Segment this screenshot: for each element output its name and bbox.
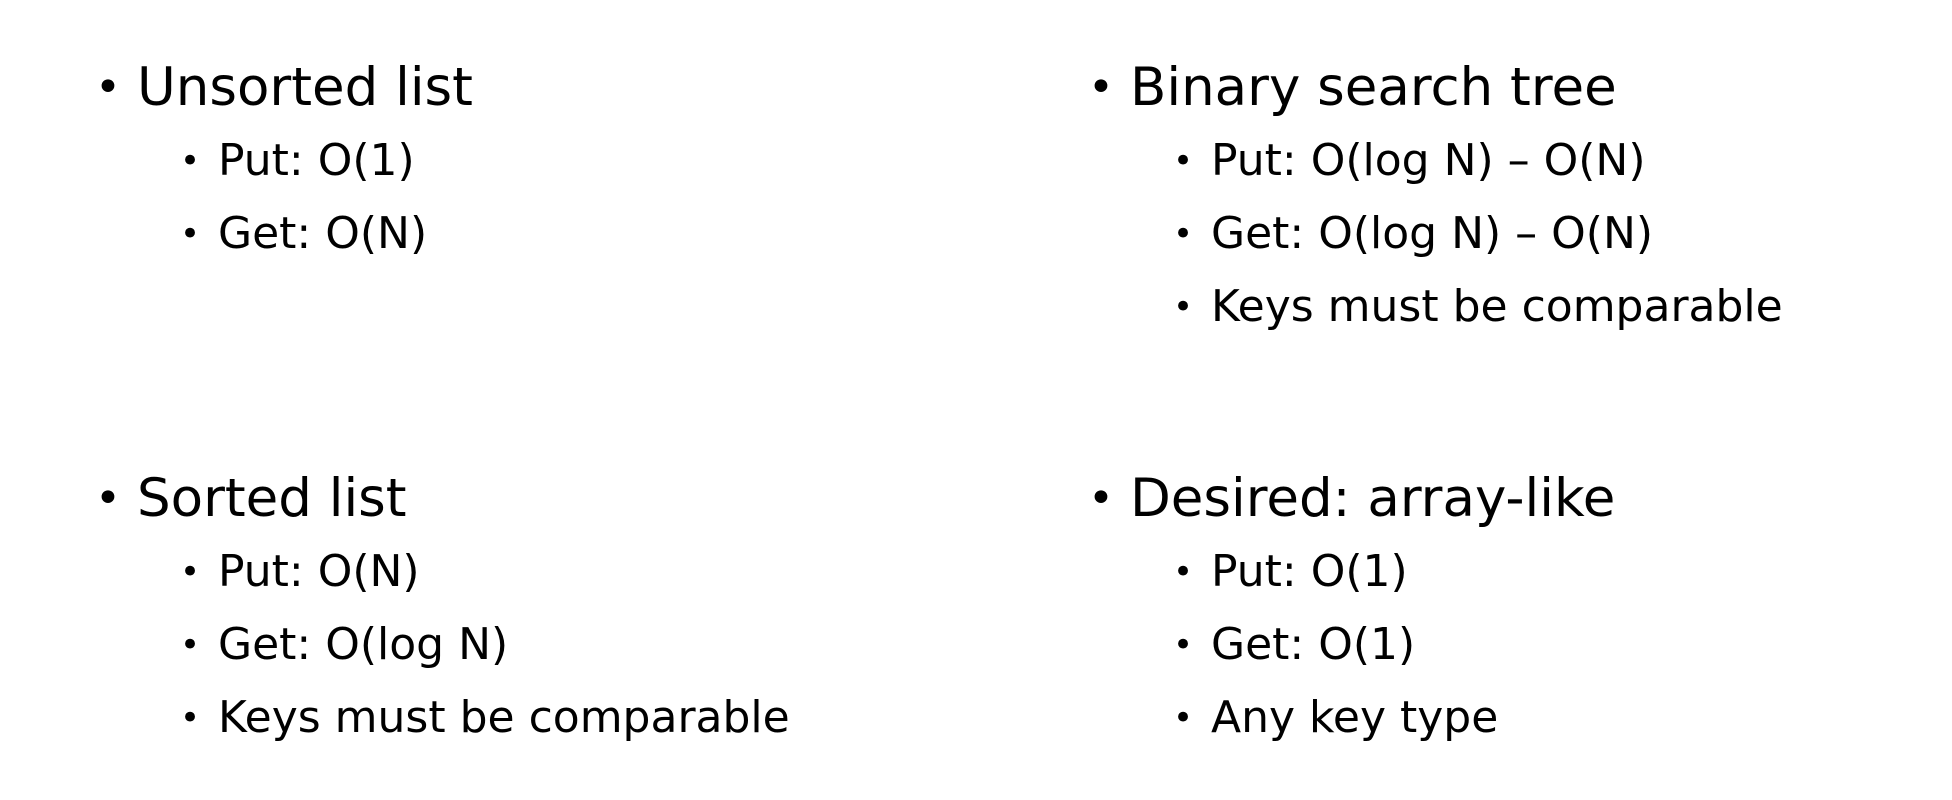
bullet-icon: •: [1088, 62, 1114, 113]
sub-list: • Put: O(1) • Get: O(N): [180, 124, 995, 270]
sub-list: • Put: O(N) • Get: O(log N) • Keys must …: [180, 535, 995, 754]
bullet-icon: •: [95, 62, 121, 113]
group-sorted-list: • Sorted list • Put: O(N) • Get: O(log N…: [95, 463, 995, 754]
bullet-icon: •: [180, 697, 201, 738]
group-desired-array-like: • Desired: array-like • Put: O(1) • Get:…: [1088, 463, 1952, 754]
sub-list: • Put: O(log N) – O(N) • Get: O(log N) –…: [1173, 124, 1952, 343]
list-item: • Get: O(log N): [180, 608, 995, 681]
group-binary-search-tree: • Binary search tree • Put: O(log N) – O…: [1088, 52, 1952, 343]
sub-list: • Put: O(1) • Get: O(1) • Any key type: [1173, 535, 1952, 754]
bullet-icon: •: [180, 213, 201, 254]
bullet-icon: •: [95, 473, 121, 524]
bullet-icon: •: [180, 624, 201, 665]
heading-sorted-list: Sorted list: [137, 468, 407, 529]
list-item-text: Keys must be comparable: [1211, 281, 1783, 332]
heading-row: • Desired: array-like: [1088, 463, 1952, 535]
heading-binary-search-tree: Binary search tree: [1130, 57, 1617, 118]
bullet-icon: •: [1173, 213, 1194, 254]
list-item-text: Put: O(1): [218, 135, 415, 186]
list-item-text: Put: O(N): [218, 546, 420, 597]
list-item: • Any key type: [1173, 681, 1952, 754]
list-item-text: Put: O(1): [1211, 546, 1408, 597]
bullet-icon: •: [1173, 551, 1194, 592]
list-item: • Put: O(1): [1173, 535, 1952, 608]
bullet-icon: •: [1173, 697, 1194, 738]
list-item-text: Get: O(log N): [218, 619, 509, 670]
heading-desired: Desired: array-like: [1130, 468, 1616, 529]
list-item: • Get: O(1): [1173, 608, 1952, 681]
list-item-text: Any key type: [1211, 692, 1499, 743]
heading-row: • Binary search tree: [1088, 52, 1952, 124]
list-item: • Keys must be comparable: [180, 681, 995, 754]
list-item: • Get: O(log N) – O(N): [1173, 197, 1952, 270]
bullet-icon: •: [180, 140, 201, 181]
list-item: • Get: O(N): [180, 197, 995, 270]
bullet-icon: •: [1173, 286, 1194, 327]
list-item: • Put: O(N): [180, 535, 995, 608]
list-item: • Put: O(1): [180, 124, 995, 197]
list-item-text: Keys must be comparable: [218, 692, 790, 743]
heading-unsorted-list: Unsorted list: [137, 57, 473, 118]
bullet-icon: •: [1173, 624, 1194, 665]
list-item-text: Get: O(1): [1211, 619, 1416, 670]
list-item: • Keys must be comparable: [1173, 270, 1952, 343]
list-item-text: Get: O(N): [218, 208, 428, 259]
heading-row: • Sorted list: [95, 463, 995, 535]
list-item: • Put: O(log N) – O(N): [1173, 124, 1952, 197]
group-unsorted-list: • Unsorted list • Put: O(1) • Get: O(N): [95, 52, 995, 270]
list-item-text: Get: O(log N) – O(N): [1211, 208, 1654, 259]
heading-row: • Unsorted list: [95, 52, 995, 124]
bullet-icon: •: [1088, 473, 1114, 524]
bullet-icon: •: [1173, 140, 1194, 181]
bullet-icon: •: [180, 551, 201, 592]
list-item-text: Put: O(log N) – O(N): [1211, 135, 1646, 186]
